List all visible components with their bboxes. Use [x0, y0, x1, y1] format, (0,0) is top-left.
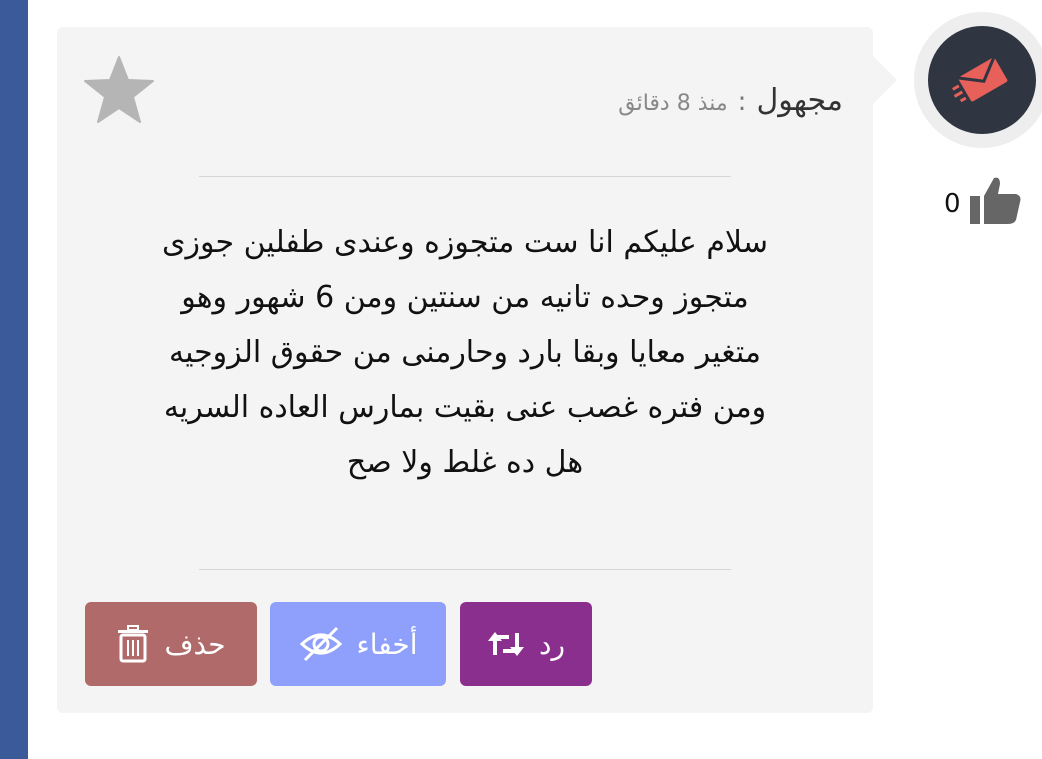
reply-button[interactable]: رد	[460, 602, 592, 686]
avatar[interactable]	[914, 12, 1042, 148]
post-card: منذ 8 دقائق : مجهول سلام عليكم انا ست مت…	[57, 27, 873, 713]
delete-button[interactable]: حذف	[85, 602, 257, 686]
card-pointer	[873, 56, 897, 104]
page: 0 منذ 8 دقائق : مجهول سلام عليكم انا ست …	[0, 0, 1042, 759]
thumbs-up-icon[interactable]	[968, 174, 1022, 226]
post-body-line: متجوز وحده تانيه من سنتين ومن 6 شهور وهو	[181, 280, 749, 315]
trash-icon	[118, 625, 149, 663]
hide-button[interactable]: أخفاء	[270, 602, 446, 686]
post-body-line: ومن فتره غصب عنى بقيت بمارس العاده السري…	[163, 390, 767, 425]
like-widget[interactable]: 0	[940, 172, 1030, 228]
post-body-line: هل ده غلط ولا صح	[346, 445, 584, 480]
post-body: سلام عليكم انا ست متجوزه وعندى طفلين جوز…	[87, 215, 843, 490]
envelope-icon	[952, 56, 1008, 103]
left-sidebar-strip	[0, 0, 28, 759]
hide-label: أخفاء	[356, 627, 418, 661]
star-icon[interactable]	[83, 55, 155, 125]
post-time: منذ 8 دقائق	[618, 91, 728, 116]
bottom-divider	[199, 569, 731, 570]
post-author: مجهول	[756, 83, 843, 118]
top-divider	[199, 176, 731, 177]
reply-label: رد	[539, 627, 565, 661]
delete-label: حذف	[164, 627, 226, 661]
retweet-icon	[488, 632, 524, 656]
avatar-circle	[928, 26, 1036, 134]
header-separator: :	[737, 87, 747, 117]
eye-slash-icon	[299, 626, 342, 662]
post-header: منذ 8 دقائق : مجهول	[618, 83, 843, 118]
post-body-line: سلام عليكم انا ست متجوزه وعندى طفلين جوز…	[162, 225, 768, 260]
post-body-line: متغير معايا وبقا بارد وحارمنى من حقوق ال…	[168, 335, 761, 370]
like-count: 0	[944, 189, 961, 219]
